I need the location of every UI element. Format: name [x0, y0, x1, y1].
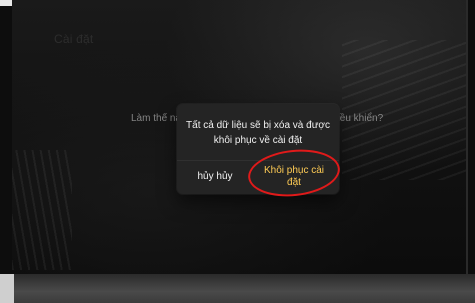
reset-confirmation-dialog: Tất cả dữ liệu sẽ bị xóa và được khôi ph… [177, 104, 339, 194]
dialog-message: Tất cả dữ liệu sẽ bị xóa và được khôi ph… [186, 120, 330, 146]
photo-frame: Cài đặt Làm thế nào điều khiển? Tất cả d… [0, 0, 475, 303]
restore-settings-button[interactable]: Khôi phục cài đặt [253, 162, 335, 192]
cancel-button[interactable]: hủy hủy [181, 162, 249, 192]
photo-bottom-border [0, 274, 475, 303]
background-title: Cài đặt [54, 32, 94, 46]
background-question-right: điều khiển? [332, 113, 384, 124]
photo-corner [0, 0, 12, 6]
dialog-divider [177, 160, 339, 161]
screen-reflection-right [342, 40, 466, 180]
